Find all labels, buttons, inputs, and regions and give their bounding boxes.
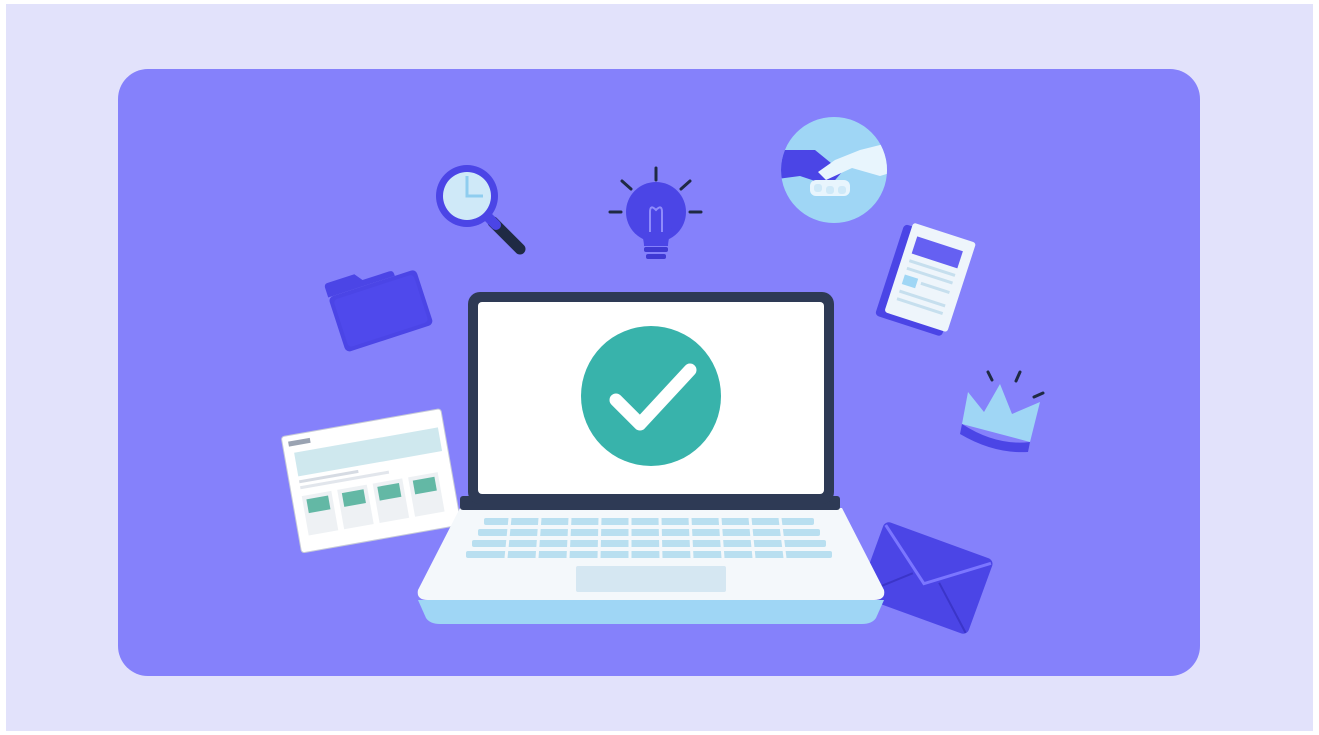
checkmark-icon: [581, 326, 721, 466]
illustration: [281, 117, 1045, 634]
dashboard-screenshot-icon: [281, 408, 462, 554]
folder-icon: [324, 270, 433, 352]
lightbulb-icon: [608, 166, 703, 259]
laptop-icon: [417, 292, 885, 624]
envelope-icon: [859, 522, 993, 634]
crown-icon: [960, 370, 1045, 453]
handshake-icon: [781, 117, 887, 223]
document-icon: [875, 223, 976, 336]
magnifier-icon: [436, 165, 526, 255]
